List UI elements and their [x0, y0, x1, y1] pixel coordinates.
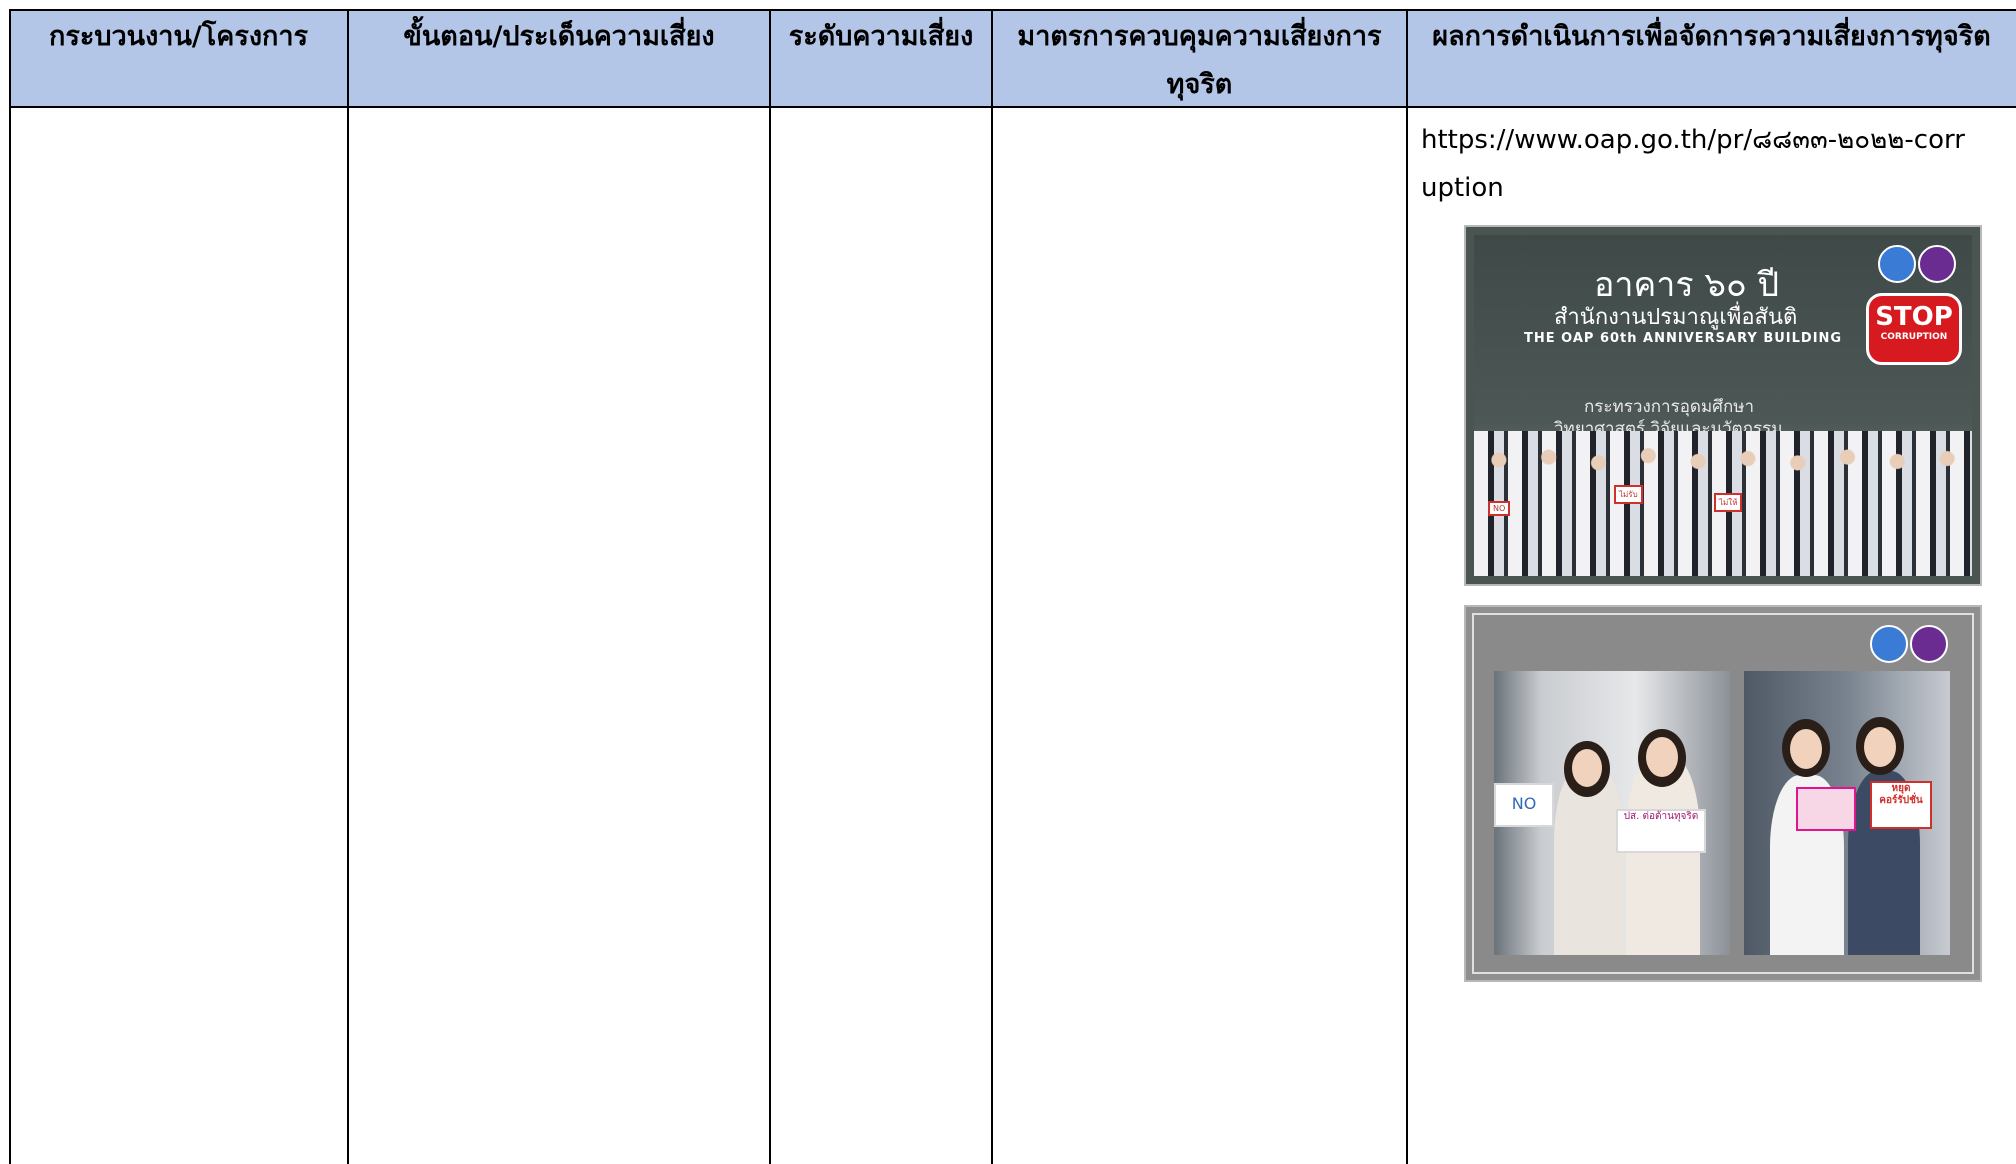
col-border-1 [347, 9, 349, 1164]
table-top-border [9, 9, 2016, 11]
oap-logo-icon [1910, 625, 1948, 663]
header-risk-level: ระดับความเสี่ยง [788, 21, 974, 52]
building-en-name: THE OAP 60th ANNIVERSARY BUILDING [1524, 331, 1843, 346]
held-sign: ไม่รับ [1614, 485, 1643, 504]
no-bribe-card [1796, 787, 1856, 831]
held-sign: NO [1488, 501, 1511, 516]
header-risk-step: ขั้นตอน/ประเด็นความเสี่ยง [403, 21, 715, 52]
held-card-right: หยุด คอร์รัปชั่น [1870, 781, 1932, 829]
col-border-2 [769, 9, 771, 1164]
stop-corruption-sign: STOP CORRUPTION [1866, 293, 1962, 365]
col-border-4 [1406, 9, 1408, 1164]
held-card-mid: ปส. ต่อต้านทุจริต [1616, 809, 1706, 853]
photo-panel-right: หยุด คอร์รัปชั่น [1744, 671, 1950, 955]
staff-photo-collage: NO ปส. ต่อต้านทุจริต หยุด คอร์รัปชั่น [1464, 605, 1982, 982]
header-result: ผลการดำเนินการเพื่อจัดการความเสี่ยงการทุ… [1432, 21, 1991, 52]
result-link[interactable]: https://www.oap.go.th/pr/๘๘๓๓-๒๐๒๒-corru… [1421, 116, 1981, 212]
photo-panel-left: NO ปส. ต่อต้านทุจริต [1494, 671, 1730, 955]
ministry-logo-icon [1878, 245, 1916, 283]
header-bottom-border [9, 106, 2016, 108]
oap-logo-icon [1918, 245, 1956, 283]
building-facade: อาคาร ๖๐ ปี สำนักงานปรมาณูเพื่อสันติ THE… [1474, 235, 1972, 576]
office-name: สำนักงานปรมาณูเพื่อสันติ [1554, 305, 1798, 330]
col-border-0 [9, 9, 11, 1164]
group-photo: อาคาร ๖๐ ปี สำนักงานปรมาณูเพื่อสันติ THE… [1464, 225, 1982, 586]
collage-frame: NO ปส. ต่อต้านทุจริต หยุด คอร์รัปชั่น [1472, 613, 1974, 974]
held-card-left: NO [1494, 783, 1554, 827]
header-process: กระบวนงาน/โครงการ [48, 21, 309, 52]
held-sign: ไม่ให้ [1714, 493, 1743, 512]
header-control-measure: มาตรการควบคุมความเสี่ยงการทุจริต [1017, 21, 1382, 100]
col-border-3 [991, 9, 993, 1164]
ministry-logo-icon [1870, 625, 1908, 663]
